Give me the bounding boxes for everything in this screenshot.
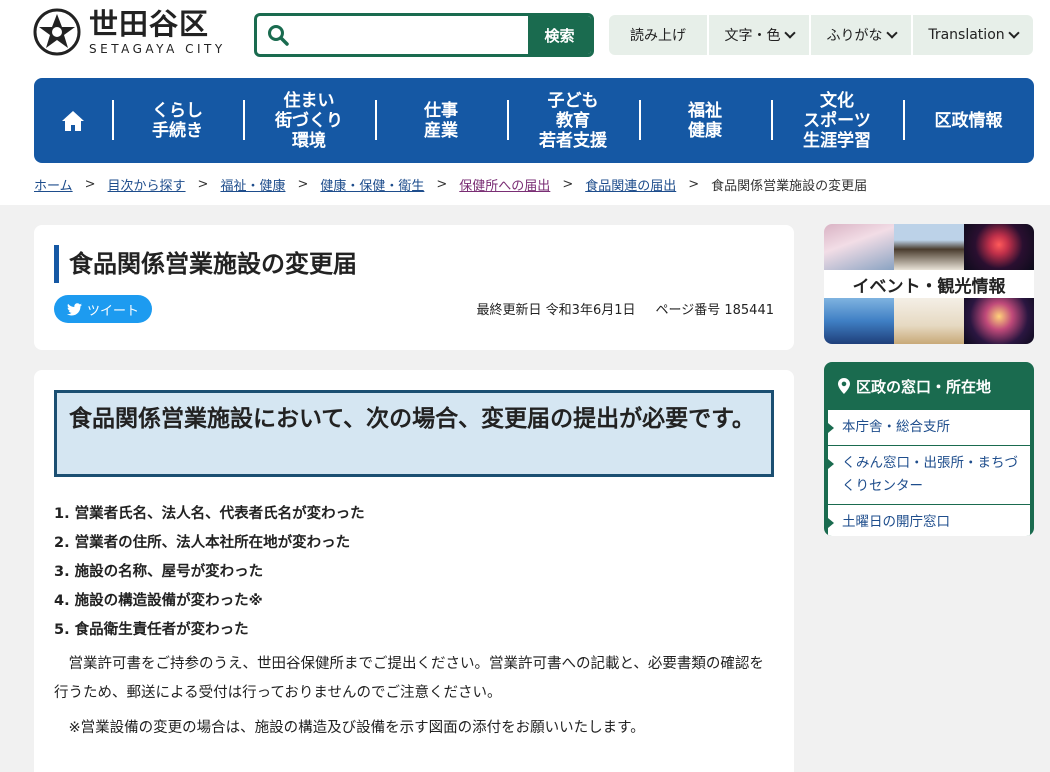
- breadcrumb-separator: >: [688, 177, 700, 192]
- office-link-saturday[interactable]: 土曜日の開庁窓口: [828, 505, 1030, 536]
- breadcrumb-separator: >: [436, 177, 448, 192]
- list-item: 4. 施設の構造設備が変わった※: [54, 593, 263, 609]
- map-pin-icon: [838, 378, 850, 394]
- nav-item-kusei[interactable]: 区政情報: [903, 78, 1034, 163]
- banner-photos-top: [824, 224, 1034, 270]
- furigana-menu[interactable]: ふりがな: [811, 15, 913, 55]
- marathon-photo: [824, 298, 894, 344]
- breadcrumb-link[interactable]: 健康・保健・衛生: [320, 175, 424, 194]
- breadcrumb-link[interactable]: 福祉・健康: [220, 175, 285, 194]
- breadcrumb-separator: >: [84, 177, 96, 192]
- search-input[interactable]: [299, 16, 528, 54]
- chevron-down-icon: [1007, 27, 1020, 39]
- chevron-down-icon: [885, 27, 898, 39]
- search-bar: 検索: [254, 13, 594, 57]
- nav-item-fukushi[interactable]: 福祉 健康: [639, 78, 771, 163]
- cherry-blossom-photo: [824, 224, 894, 270]
- note-paragraph: ※営業設備の変更の場合は、施設の構造及び設備を示す図面の添付をお願いいたします。: [68, 720, 645, 736]
- list-item: 3. 施設の名称、屋号が変わった: [54, 564, 264, 580]
- list-item: 1. 営業者氏名、法人名、代表者氏名が変わった: [54, 506, 365, 522]
- site-name-en: SETAGAYA CITY: [89, 42, 226, 56]
- banner-title: イベント・観光情報: [824, 270, 1034, 298]
- breadcrumb-link[interactable]: 保健所への届出: [459, 175, 550, 194]
- fireworks-photo: [964, 224, 1034, 270]
- page-title: 食品関係営業施設の変更届: [54, 245, 357, 283]
- section-heading: 食品関係営業施設において、次の場合、変更届の提出が必要です。: [54, 390, 774, 477]
- search-button[interactable]: 検索: [528, 16, 591, 54]
- twitter-bird-icon: [66, 302, 82, 315]
- office-locations-box: 区政の窓口・所在地 本庁舎・総合支所 くみん窓口・出張所・まちづくりセンター 土…: [824, 362, 1034, 536]
- breadcrumb-link[interactable]: ホーム: [34, 175, 73, 194]
- site-logo[interactable]: 世田谷区 SETAGAYA CITY: [33, 8, 226, 56]
- nav-item-sumai[interactable]: 住まい 街づくり 環境: [243, 78, 375, 163]
- site-name-jp: 世田谷区: [89, 7, 210, 41]
- main-content: 食品関係営業施設において、次の場合、変更届の提出が必要です。 1. 営業者氏名、…: [34, 370, 794, 772]
- breadcrumb-separator: >: [297, 177, 309, 192]
- page-title-card: 食品関係営業施設の変更届 ツイート 最終更新日 令和3年6月1日 ページ番号 18…: [34, 225, 794, 350]
- text-color-menu[interactable]: 文字・色: [709, 15, 811, 55]
- office-locations-heading: 区政の窓口・所在地: [824, 362, 1034, 410]
- change-conditions-list: 1. 営業者氏名、法人名、代表者氏名が変わった 2. 営業者の住所、法人本社所在…: [54, 500, 365, 645]
- breadcrumb-current: 食品関係営業施設の変更届: [711, 179, 868, 194]
- home-icon: [62, 110, 84, 131]
- setagaya-emblem-icon: [33, 8, 81, 56]
- page-meta: 最終更新日 令和3年6月1日 ページ番号 185441: [477, 299, 774, 318]
- tweet-button[interactable]: ツイート: [54, 295, 152, 323]
- breadcrumb-separator: >: [197, 177, 209, 192]
- museum-photo: [894, 298, 964, 344]
- nav-item-bunka[interactable]: 文化 スポーツ 生涯学習: [771, 78, 903, 163]
- search-icon: [257, 16, 299, 54]
- last-updated: 最終更新日 令和3年6月1日: [476, 303, 636, 318]
- breadcrumb: ホーム > 目次から探す > 福祉・健康 > 健康・保健・衛生 > 保健所への届…: [34, 175, 867, 194]
- body-paragraph: 営業許可書をご持参のうえ、世田谷保健所までご提出ください。営業許可書への記載と、…: [54, 656, 764, 701]
- list-item: 2. 営業者の住所、法人本社所在地が変わった: [54, 535, 351, 551]
- office-link-kumin-madoguchi[interactable]: くみん窓口・出張所・まちづくりセンター: [828, 446, 1030, 505]
- thatched-house-photo: [894, 224, 964, 270]
- translation-menu[interactable]: Translation: [913, 15, 1033, 55]
- read-aloud-button[interactable]: 読み上げ: [609, 15, 709, 55]
- event-tourism-banner[interactable]: イベント・観光情報: [824, 224, 1034, 344]
- nav-item-shigoto[interactable]: 仕事 産業: [375, 78, 507, 163]
- accessibility-toolbar: 読み上げ 文字・色 ふりがな Translation: [609, 15, 1033, 55]
- page-number: ページ番号 185441: [655, 303, 775, 318]
- breadcrumb-separator: >: [562, 177, 574, 192]
- site-header: 世田谷区 SETAGAYA CITY 検索 読み上げ 文字・色 ふりがな Tra…: [0, 0, 1050, 205]
- list-item: 5. 食品衛生責任者が変わった: [54, 622, 249, 638]
- nav-home[interactable]: [34, 78, 112, 163]
- office-link-honchosha[interactable]: 本庁舎・総合支所: [828, 410, 1030, 446]
- nav-item-kurashi[interactable]: くらし 手続き: [112, 78, 243, 163]
- chevron-down-icon: [783, 27, 796, 39]
- breadcrumb-link[interactable]: 目次から探す: [108, 175, 186, 194]
- banner-photos-bottom: [824, 298, 1034, 344]
- nav-item-kodomo[interactable]: 子ども 教育 若者支援: [507, 78, 639, 163]
- global-nav: くらし 手続き 住まい 街づくり 環境 仕事 産業 子ども 教育 若者支援 福祉…: [34, 78, 1034, 163]
- breadcrumb-link[interactable]: 食品関連の届出: [585, 175, 676, 194]
- office-links: 本庁舎・総合支所 くみん窓口・出張所・まちづくりセンター 土曜日の開庁窓口: [828, 410, 1030, 536]
- fireworks-night-photo: [964, 298, 1034, 344]
